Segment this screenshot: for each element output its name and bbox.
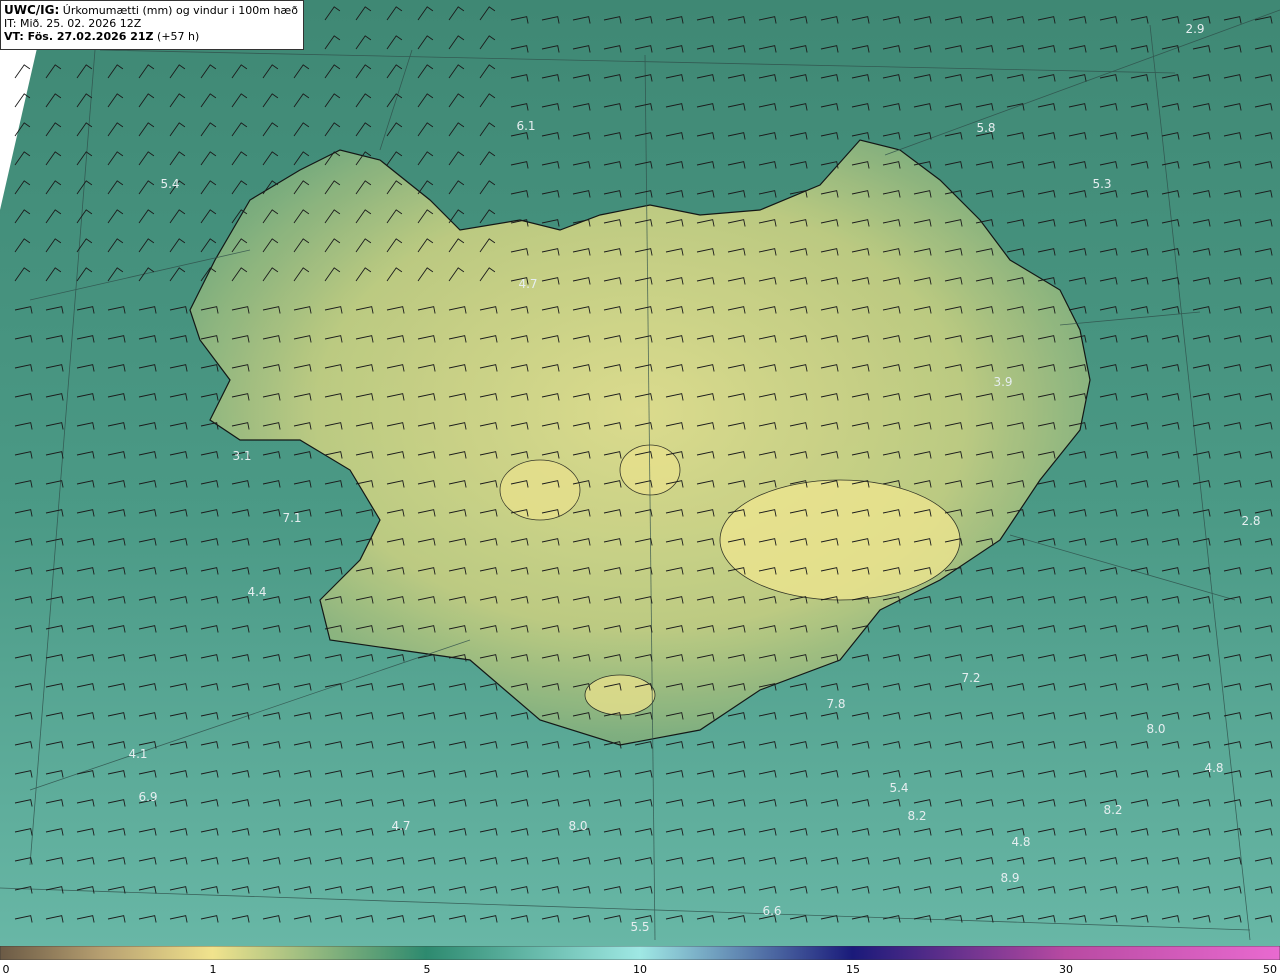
forecast-map: 2.9 6.1 5.8 5.4 5.3 4.7 3.9 3.1 7.1 2.8 …: [0, 0, 1280, 946]
colorbar-tick: 1: [209, 963, 217, 976]
value-label: 2.9: [1185, 22, 1204, 36]
value-label: 5.4: [889, 781, 908, 795]
value-label: 6.1: [516, 119, 535, 133]
value-label: 6.9: [138, 790, 157, 804]
value-label: 5.5: [630, 920, 649, 934]
value-label: 6.6: [762, 904, 781, 918]
product-title: Úrkomumætti (mm) og vindur i 100m hæð: [62, 4, 298, 17]
colorbar-tick: 0: [2, 963, 10, 976]
glacier-langjokull: [499, 459, 581, 521]
forecast-info-box: UWC/IG: Úrkomumætti (mm) og vindur i 100…: [0, 0, 304, 50]
value-label: 8.2: [907, 809, 926, 823]
colorbar-tick: 30: [1059, 963, 1073, 976]
valid-time: VT: Fös. 27.02.2026 21Z: [4, 30, 154, 43]
value-label: 4.7: [518, 277, 537, 291]
product-label: UWC/IG:: [4, 3, 60, 17]
value-label: 3.9: [993, 375, 1012, 389]
value-label: 5.4: [160, 177, 179, 191]
value-label: 4.8: [1204, 761, 1223, 775]
value-label: 4.1: [128, 747, 147, 761]
init-time: IT: Mið. 25. 02. 2026 12Z: [4, 17, 142, 30]
colorbar-tick: 15: [846, 963, 860, 976]
value-label: 7.2: [961, 671, 980, 685]
value-label: 5.3: [1092, 177, 1111, 191]
value-label: 4.7: [391, 819, 410, 833]
colorbar-ticks: 0 1 5 10 15 30 50: [0, 961, 1280, 978]
value-label: 8.9: [1000, 871, 1019, 885]
value-label: 3.1: [232, 449, 251, 463]
value-label: 7.1: [282, 511, 301, 525]
colorbar-tick: 5: [423, 963, 431, 976]
value-label: 5.8: [976, 121, 995, 135]
value-label: 2.8: [1241, 514, 1260, 528]
value-label: 8.0: [568, 819, 587, 833]
value-label: 8.2: [1103, 803, 1122, 817]
colorbar-tick: 10: [633, 963, 647, 976]
valid-offset: (+57 h): [157, 30, 200, 43]
value-label: 7.8: [826, 697, 845, 711]
title-row: UWC/IG: Úrkomumætti (mm) og vindur i 100…: [4, 3, 300, 18]
wind-barb: [14, 64, 31, 79]
value-label: 4.8: [1011, 835, 1030, 849]
glacier-myrdalsjokull: [584, 674, 656, 716]
value-label: 4.4: [247, 585, 266, 599]
colorbar-tick: 50: [1263, 963, 1277, 976]
colorbar: [0, 946, 1280, 960]
valid-time-row: VT: Fös. 27.02.2026 21Z (+57 h): [4, 30, 300, 43]
value-label: 8.0: [1146, 722, 1165, 736]
